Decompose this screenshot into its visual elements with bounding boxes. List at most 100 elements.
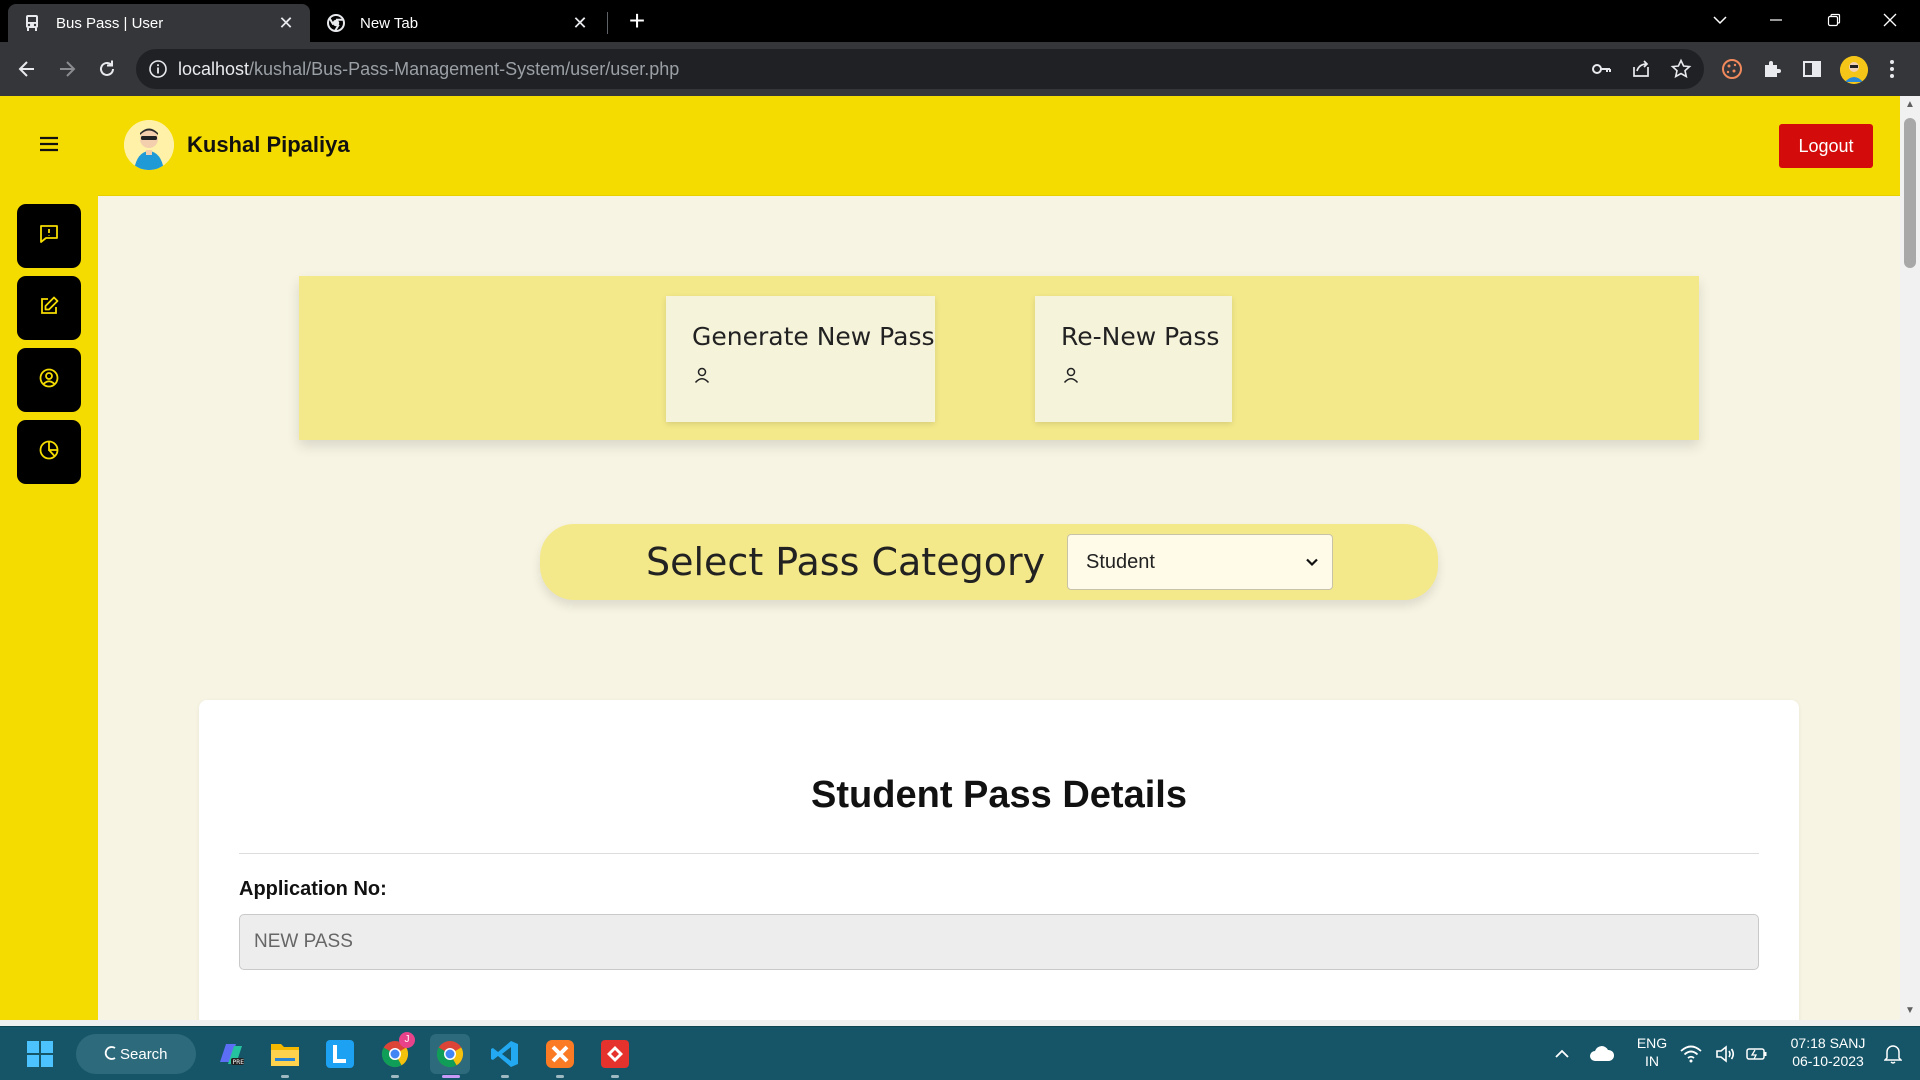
tab-title: New Tab [360,14,419,32]
page-scrollbar[interactable]: ▲ ▼ [1900,96,1920,1020]
chevron-down-icon [1304,553,1320,569]
renew-pass-card[interactable]: Re-New Pass [1035,296,1232,422]
user-icon [692,365,712,385]
user-circle-icon [38,367,60,394]
pass-category-selected-value: Student [1086,550,1155,573]
back-arrow-icon[interactable] [11,53,43,85]
running-indicator [281,1075,289,1078]
application-no-label: Application No: [239,878,387,900]
taskbar-search[interactable]: Search [76,1034,196,1074]
pass-category-select[interactable]: Student [1067,534,1333,590]
file-explorer-icon[interactable] [265,1034,305,1078]
restore-window-icon[interactable] [1806,0,1862,40]
puzzle-extensions-icon[interactable] [1760,57,1784,81]
search-icon [104,1045,118,1065]
reload-icon[interactable] [91,53,123,85]
windows-taskbar: Search PRE J ENG IN 07:18 SANJ 06-10-202… [0,1026,1920,1080]
svg-text:PRE: PRE [233,1059,245,1066]
sidebar [0,96,98,1020]
running-indicator [556,1075,564,1078]
bookmark-star-icon[interactable] [1670,58,1692,80]
pass-category-label: Select Pass Category [646,540,1046,584]
tab-bus-pass-user[interactable]: Bus Pass | User ✕ [8,4,310,42]
side-panel-icon[interactable] [1800,57,1824,81]
site-info-icon[interactable] [148,59,168,79]
edit-icon [38,295,60,322]
clock-date: 06-10-2023 [1792,1053,1864,1069]
tab-new-tab[interactable]: New Tab ✕ [312,4,604,42]
address-bar[interactable]: localhost/kushal/Bus-Pass-Management-Sys… [136,49,1704,89]
scroll-up-arrow-icon[interactable]: ▲ [1900,96,1920,114]
show-hidden-icons-chevron-icon[interactable] [1542,1034,1582,1074]
form-divider [239,853,1759,854]
vscode-icon[interactable] [485,1034,525,1078]
close-tab-icon[interactable]: ✕ [570,13,590,34]
browser-toolbar: localhost/kushal/Bus-Pass-Management-Sys… [0,42,1920,96]
running-indicator [611,1075,619,1078]
anydesk-icon[interactable] [595,1034,635,1078]
running-indicator [391,1075,399,1078]
tab-separator [607,12,608,34]
bus-icon [22,13,42,33]
generate-new-pass-label: Generate New Pass [692,322,935,351]
hamburger-menu-icon[interactable] [37,132,61,156]
app-header: Kushal Pipaliya Logout [98,96,1900,196]
close-tab-icon[interactable]: ✕ [276,13,296,34]
chrome-taskbar-icon[interactable]: J [375,1032,415,1078]
battery-icon[interactable] [1744,1034,1770,1074]
copilot-app-icon[interactable]: PRE [210,1034,250,1074]
minimize-window-icon[interactable] [1748,0,1804,40]
user-icon [1061,365,1081,385]
scroll-thumb[interactable] [1904,118,1916,268]
pass-actions-panel: Generate New Pass Re-New Pass [299,276,1699,440]
generate-new-pass-card[interactable]: Generate New Pass [666,296,935,422]
active-indicator [442,1075,460,1078]
sidebar-item-messages[interactable] [17,204,81,268]
clock-time: 07:18 SANJ [1790,1035,1866,1051]
key-icon[interactable] [1590,58,1612,80]
clock[interactable]: 07:18 SANJ 06-10-2023 [1780,1034,1876,1070]
chrome-icon [326,13,346,33]
browser-tab-strip: Bus Pass | User ✕ New Tab ✕ + [0,0,1920,42]
renew-pass-label: Re-New Pass [1061,322,1220,351]
language-code: ENG [1636,1035,1668,1051]
notification-badge: J [399,1032,415,1048]
url-path: /kushal/Bus-Pass-Management-System/user/… [249,59,680,79]
windows-start-icon[interactable] [20,1034,60,1074]
wifi-icon[interactable] [1676,1034,1706,1074]
user-avatar [124,120,174,170]
tab-title: Bus Pass | User [56,14,164,32]
sidebar-item-profile[interactable] [17,348,81,412]
pie-chart-icon [38,439,60,466]
language-indicator[interactable]: ENG IN [1628,1034,1676,1070]
xampp-icon[interactable] [540,1034,580,1078]
form-heading: Student Pass Details [811,774,1187,816]
browser-menu-icon[interactable] [1880,57,1904,81]
profile-avatar-icon[interactable] [1840,56,1868,84]
message-icon [38,223,60,250]
close-window-icon[interactable] [1862,0,1918,40]
scroll-down-arrow-icon[interactable]: ▼ [1900,1002,1920,1020]
taskbar-search-label: Search [120,1045,168,1063]
application-no-field[interactable]: NEW PASS [239,914,1759,970]
share-icon[interactable] [1630,58,1652,80]
onedrive-cloud-icon[interactable] [1582,1034,1622,1074]
new-tab-button[interactable]: + [622,6,652,36]
region-code: IN [1645,1053,1659,1069]
chrome-active-taskbar-icon[interactable] [430,1034,470,1078]
l-app-icon[interactable] [320,1034,360,1074]
logout-button[interactable]: Logout [1779,124,1873,168]
running-indicator [501,1075,509,1078]
tab-search-chevron-icon[interactable] [1692,0,1748,40]
user-name: Kushal Pipaliya [187,132,350,157]
url-text: localhost/kushal/Bus-Pass-Management-Sys… [178,59,679,80]
sidebar-item-reports[interactable] [17,420,81,484]
pass-category-bar: Select Pass Category Student [540,524,1438,600]
cookie-extension-icon[interactable] [1720,57,1744,81]
page-viewport: Kushal Pipaliya Logout Generate New Pass… [0,96,1920,1020]
url-host: localhost [178,59,250,79]
notification-bell-icon[interactable] [1878,1034,1908,1074]
forward-arrow-icon[interactable] [51,53,83,85]
volume-icon[interactable] [1712,1034,1738,1074]
sidebar-item-edit[interactable] [17,276,81,340]
